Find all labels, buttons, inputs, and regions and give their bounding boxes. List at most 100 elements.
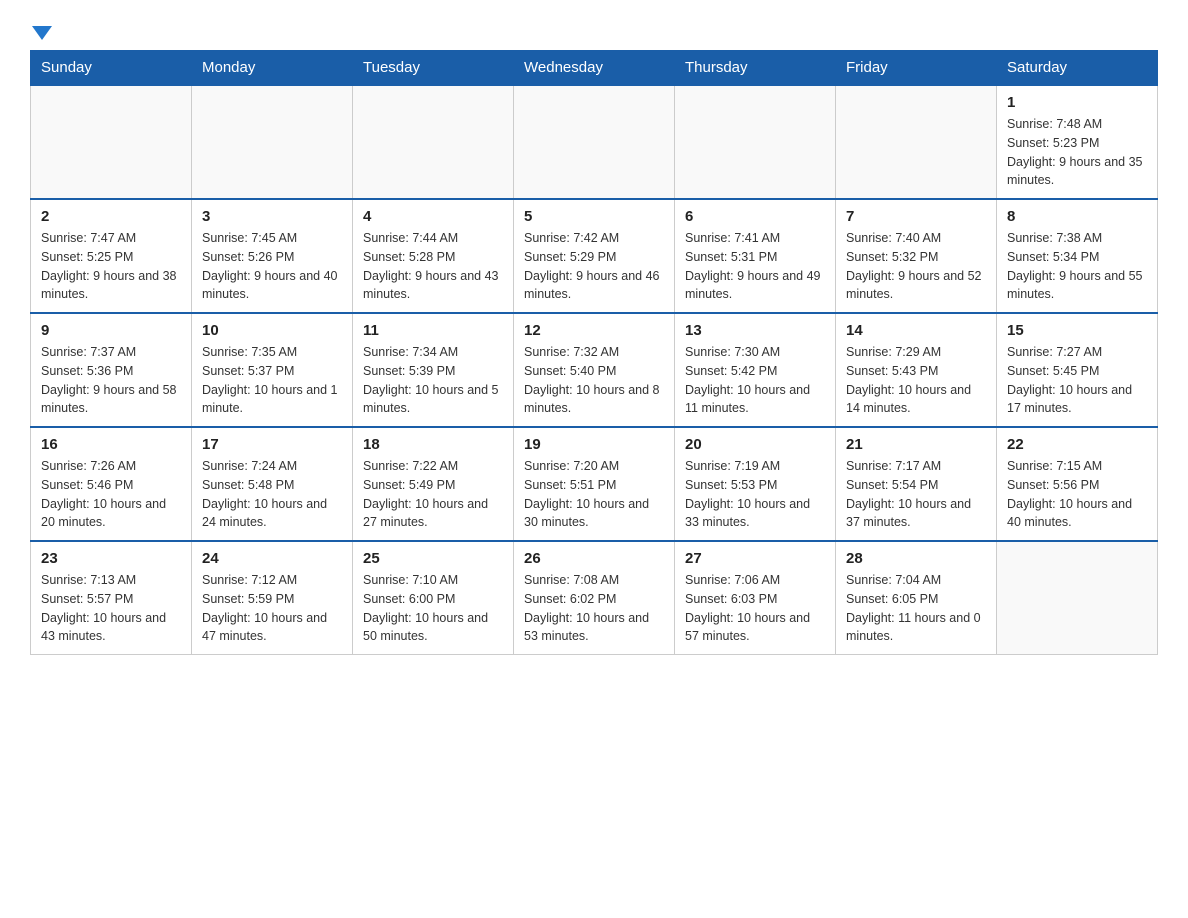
day-info: Sunrise: 7:19 AM Sunset: 5:53 PM Dayligh…: [685, 457, 825, 532]
day-number: 8: [1007, 208, 1147, 225]
day-info: Sunrise: 7:20 AM Sunset: 5:51 PM Dayligh…: [524, 457, 664, 532]
day-number: 27: [685, 550, 825, 567]
day-number: 5: [524, 208, 664, 225]
calendar-cell: 17 Sunrise: 7:24 AM Sunset: 5:48 PM Dayli…: [192, 427, 353, 541]
day-number: 28: [846, 550, 986, 567]
weekday-header-tuesday: Tuesday: [353, 51, 514, 86]
day-number: 19: [524, 436, 664, 453]
day-number: 1: [1007, 94, 1147, 111]
day-number: 25: [363, 550, 503, 567]
day-number: 7: [846, 208, 986, 225]
day-info: Sunrise: 7:45 AM Sunset: 5:26 PM Dayligh…: [202, 229, 342, 304]
calendar-cell: 3 Sunrise: 7:45 AM Sunset: 5:26 PM Daylig…: [192, 199, 353, 313]
weekday-header-saturday: Saturday: [997, 51, 1158, 86]
calendar-cell: [514, 85, 675, 199]
calendar-cell: [192, 85, 353, 199]
day-number: 2: [41, 208, 181, 225]
weekday-header-sunday: Sunday: [31, 51, 192, 86]
calendar-cell: [31, 85, 192, 199]
day-info: Sunrise: 7:37 AM Sunset: 5:36 PM Dayligh…: [41, 343, 181, 418]
day-info: Sunrise: 7:40 AM Sunset: 5:32 PM Dayligh…: [846, 229, 986, 304]
calendar-cell: 6 Sunrise: 7:41 AM Sunset: 5:31 PM Daylig…: [675, 199, 836, 313]
day-info: Sunrise: 7:34 AM Sunset: 5:39 PM Dayligh…: [363, 343, 503, 418]
day-number: 6: [685, 208, 825, 225]
day-number: 13: [685, 322, 825, 339]
day-info: Sunrise: 7:47 AM Sunset: 5:25 PM Dayligh…: [41, 229, 181, 304]
day-info: Sunrise: 7:10 AM Sunset: 6:00 PM Dayligh…: [363, 571, 503, 646]
calendar-cell: 18 Sunrise: 7:22 AM Sunset: 5:49 PM Dayli…: [353, 427, 514, 541]
day-info: Sunrise: 7:04 AM Sunset: 6:05 PM Dayligh…: [846, 571, 986, 646]
day-number: 23: [41, 550, 181, 567]
header: [30, 20, 1158, 40]
day-info: Sunrise: 7:17 AM Sunset: 5:54 PM Dayligh…: [846, 457, 986, 532]
day-info: Sunrise: 7:29 AM Sunset: 5:43 PM Dayligh…: [846, 343, 986, 418]
day-number: 4: [363, 208, 503, 225]
day-number: 24: [202, 550, 342, 567]
calendar-cell: [836, 85, 997, 199]
calendar-cell: 13Sunrise: 7:30 AM Sunset: 5:42 PM Dayli…: [675, 313, 836, 427]
calendar-cell: 2 Sunrise: 7:47 AM Sunset: 5:25 PM Daylig…: [31, 199, 192, 313]
day-number: 14: [846, 322, 986, 339]
calendar-cell: 7 Sunrise: 7:40 AM Sunset: 5:32 PM Daylig…: [836, 199, 997, 313]
day-info: Sunrise: 7:48 AM Sunset: 5:23 PM Dayligh…: [1007, 115, 1147, 190]
weekday-header-wednesday: Wednesday: [514, 51, 675, 86]
calendar-cell: 20 Sunrise: 7:19 AM Sunset: 5:53 PM Dayli…: [675, 427, 836, 541]
day-info: Sunrise: 7:13 AM Sunset: 5:57 PM Dayligh…: [41, 571, 181, 646]
day-info: Sunrise: 7:41 AM Sunset: 5:31 PM Dayligh…: [685, 229, 825, 304]
day-info: Sunrise: 7:32 AM Sunset: 5:40 PM Dayligh…: [524, 343, 664, 418]
day-info: Sunrise: 7:42 AM Sunset: 5:29 PM Dayligh…: [524, 229, 664, 304]
day-info: Sunrise: 7:08 AM Sunset: 6:02 PM Dayligh…: [524, 571, 664, 646]
calendar-cell: 4 Sunrise: 7:44 AM Sunset: 5:28 PM Daylig…: [353, 199, 514, 313]
calendar-cell: 22Sunrise: 7:15 AM Sunset: 5:56 PM Dayli…: [997, 427, 1158, 541]
day-info: Sunrise: 7:38 AM Sunset: 5:34 PM Dayligh…: [1007, 229, 1147, 304]
day-number: 26: [524, 550, 664, 567]
calendar-cell: 24 Sunrise: 7:12 AM Sunset: 5:59 PM Dayli…: [192, 541, 353, 655]
calendar-cell: [353, 85, 514, 199]
calendar-cell: 28 Sunrise: 7:04 AM Sunset: 6:05 PM Dayli…: [836, 541, 997, 655]
day-number: 18: [363, 436, 503, 453]
logo: [30, 20, 52, 40]
calendar-cell: 11Sunrise: 7:34 AM Sunset: 5:39 PM Dayli…: [353, 313, 514, 427]
calendar-cell: [997, 541, 1158, 655]
day-info: Sunrise: 7:15 AM Sunset: 5:56 PM Dayligh…: [1007, 457, 1147, 532]
day-number: 10: [202, 322, 342, 339]
calendar-cell: 15 Sunrise: 7:27 AM Sunset: 5:45 PM Dayli…: [997, 313, 1158, 427]
calendar-cell: 27 Sunrise: 7:06 AM Sunset: 6:03 PM Dayli…: [675, 541, 836, 655]
calendar-cell: 23 Sunrise: 7:13 AM Sunset: 5:57 PM Dayli…: [31, 541, 192, 655]
weekday-header-row: SundayMondayTuesdayWednesdayThursdayFrid…: [31, 51, 1158, 86]
day-info: Sunrise: 7:24 AM Sunset: 5:48 PM Dayligh…: [202, 457, 342, 532]
day-info: Sunrise: 7:12 AM Sunset: 5:59 PM Dayligh…: [202, 571, 342, 646]
calendar-cell: 19 Sunrise: 7:20 AM Sunset: 5:51 PM Dayli…: [514, 427, 675, 541]
day-number: 17: [202, 436, 342, 453]
day-number: 15: [1007, 322, 1147, 339]
day-number: 3: [202, 208, 342, 225]
day-number: 9: [41, 322, 181, 339]
week-row-5: 23 Sunrise: 7:13 AM Sunset: 5:57 PM Dayli…: [31, 541, 1158, 655]
day-number: 12: [524, 322, 664, 339]
calendar-table: SundayMondayTuesdayWednesdayThursdayFrid…: [30, 50, 1158, 655]
day-info: Sunrise: 7:27 AM Sunset: 5:45 PM Dayligh…: [1007, 343, 1147, 418]
week-row-2: 2 Sunrise: 7:47 AM Sunset: 5:25 PM Daylig…: [31, 199, 1158, 313]
day-info: Sunrise: 7:26 AM Sunset: 5:46 PM Dayligh…: [41, 457, 181, 532]
calendar-cell: 26 Sunrise: 7:08 AM Sunset: 6:02 PM Dayli…: [514, 541, 675, 655]
day-info: Sunrise: 7:35 AM Sunset: 5:37 PM Dayligh…: [202, 343, 342, 418]
day-number: 16: [41, 436, 181, 453]
calendar-cell: 5 Sunrise: 7:42 AM Sunset: 5:29 PM Daylig…: [514, 199, 675, 313]
calendar-cell: 16 Sunrise: 7:26 AM Sunset: 5:46 PM Dayli…: [31, 427, 192, 541]
weekday-header-thursday: Thursday: [675, 51, 836, 86]
weekday-header-monday: Monday: [192, 51, 353, 86]
day-info: Sunrise: 7:22 AM Sunset: 5:49 PM Dayligh…: [363, 457, 503, 532]
calendar-cell: 9 Sunrise: 7:37 AM Sunset: 5:36 PM Daylig…: [31, 313, 192, 427]
calendar-cell: 14 Sunrise: 7:29 AM Sunset: 5:43 PM Dayli…: [836, 313, 997, 427]
day-number: 21: [846, 436, 986, 453]
day-number: 20: [685, 436, 825, 453]
calendar-cell: 25 Sunrise: 7:10 AM Sunset: 6:00 PM Dayli…: [353, 541, 514, 655]
calendar-cell: 10 Sunrise: 7:35 AM Sunset: 5:37 PM Dayli…: [192, 313, 353, 427]
day-info: Sunrise: 7:44 AM Sunset: 5:28 PM Dayligh…: [363, 229, 503, 304]
calendar-cell: 12 Sunrise: 7:32 AM Sunset: 5:40 PM Dayli…: [514, 313, 675, 427]
day-info: Sunrise: 7:06 AM Sunset: 6:03 PM Dayligh…: [685, 571, 825, 646]
calendar-cell: 1 Sunrise: 7:48 AM Sunset: 5:23 PM Daylig…: [997, 85, 1158, 199]
calendar-cell: [675, 85, 836, 199]
week-row-4: 16 Sunrise: 7:26 AM Sunset: 5:46 PM Dayli…: [31, 427, 1158, 541]
week-row-1: 1 Sunrise: 7:48 AM Sunset: 5:23 PM Daylig…: [31, 85, 1158, 199]
